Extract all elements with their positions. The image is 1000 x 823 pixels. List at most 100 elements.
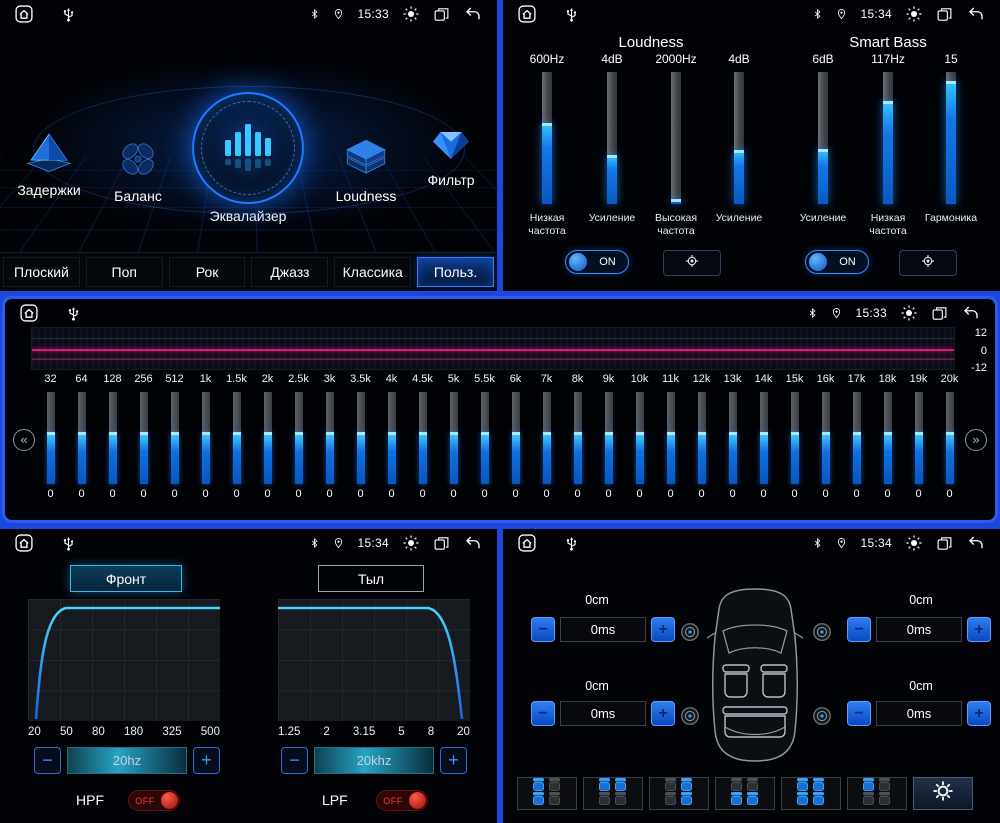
front-right-delay-value: 0ms [876, 617, 962, 642]
recent-apps-icon[interactable] [936, 535, 953, 552]
eq-band-slider[interactable]: 5k 0 [438, 373, 469, 500]
listening-position-rear-seats[interactable] [715, 777, 775, 810]
loudness-slider[interactable]: 6dB Усиление [791, 52, 855, 225]
menu-item-equalizer[interactable]: Эквалайзер [183, 92, 313, 224]
front-left-plus-button[interactable]: + [651, 617, 675, 642]
brightness-icon[interactable] [402, 5, 420, 23]
eq-band-slider[interactable]: 256 0 [128, 373, 159, 500]
band-track [821, 392, 830, 484]
smartbass-adjust-button[interactable] [899, 250, 957, 276]
scroll-left-chevron[interactable]: « [13, 429, 35, 451]
tab-front[interactable]: Фронт [70, 565, 182, 592]
loudness-slider[interactable]: 15 Гармоника [919, 52, 983, 225]
loudness-adjust-button[interactable] [663, 250, 721, 276]
eq-band-slider[interactable]: 18k 0 [872, 373, 903, 500]
rear-right-minus-button[interactable]: − [847, 701, 871, 726]
eq-band-slider[interactable]: 10k 0 [624, 373, 655, 500]
hpf-minus-button[interactable]: − [34, 747, 61, 774]
eq-band-slider[interactable]: 19k 0 [903, 373, 934, 500]
menu-item-filter[interactable]: Фильтр [410, 120, 492, 188]
eq-band-slider[interactable]: 4.5k 0 [407, 373, 438, 500]
smartbass-on-toggle[interactable]: ON [805, 250, 869, 274]
lpf-off-toggle[interactable]: OFF [376, 790, 428, 811]
hpf-plus-button[interactable]: + [193, 747, 220, 774]
brightness-icon[interactable] [905, 5, 923, 23]
eq-band-slider[interactable]: 20k 0 [934, 373, 965, 500]
eq-band-slider[interactable]: 5.5k 0 [469, 373, 500, 500]
eq-preset-bar: Плоский Поп Рок Джазз Классика Польз. [0, 252, 497, 291]
eq-band-slider[interactable]: 6k 0 [500, 373, 531, 500]
back-icon[interactable] [966, 534, 986, 552]
home-icon[interactable] [517, 533, 537, 553]
loudness-slider[interactable]: 4dB Усиление [707, 52, 771, 225]
brightness-icon[interactable] [402, 534, 420, 552]
preset-button[interactable]: Джазз [251, 257, 329, 287]
preset-button[interactable]: Польз. [417, 257, 494, 287]
eq-band-slider[interactable]: 8k 0 [562, 373, 593, 500]
preset-button[interactable]: Поп [85, 257, 163, 287]
front-right-plus-button[interactable]: + [967, 617, 991, 642]
listening-position-front-seats[interactable] [583, 777, 643, 810]
home-icon[interactable] [517, 4, 537, 24]
eq-band-slider[interactable]: 14k 0 [748, 373, 779, 500]
back-icon[interactable] [463, 534, 483, 552]
recent-apps-icon[interactable] [433, 6, 450, 23]
eq-band-slider[interactable]: 128 0 [97, 373, 128, 500]
back-icon[interactable] [463, 5, 483, 23]
eq-band-slider[interactable]: 1k 0 [190, 373, 221, 500]
menu-item-loudness[interactable]: Loudness [316, 134, 416, 204]
home-icon[interactable] [14, 4, 34, 24]
listening-position-right-seats[interactable] [649, 777, 709, 810]
listening-position-all-seats[interactable] [781, 777, 841, 810]
rear-left-minus-button[interactable]: − [531, 701, 555, 726]
preset-button[interactable]: Классика [334, 257, 412, 287]
recent-apps-icon[interactable] [931, 305, 948, 322]
eq-band-slider[interactable]: 11k 0 [655, 373, 686, 500]
tab-rear[interactable]: Тыл [318, 565, 424, 592]
hpf-off-toggle[interactable]: OFF [128, 790, 180, 811]
preset-button[interactable]: Плоский [3, 257, 80, 287]
loudness-slider[interactable]: 600Hz Низкая частота [515, 52, 579, 238]
eq-band-slider[interactable]: 512 0 [159, 373, 190, 500]
eq-band-slider[interactable]: 32 0 [35, 373, 66, 500]
eq-band-slider[interactable]: 2k 0 [252, 373, 283, 500]
eq-band-slider[interactable]: 16k 0 [810, 373, 841, 500]
eq-band-slider[interactable]: 15k 0 [779, 373, 810, 500]
back-icon[interactable] [961, 304, 981, 322]
home-icon[interactable] [14, 533, 34, 553]
front-right-minus-button[interactable]: − [847, 617, 871, 642]
menu-item-balance[interactable]: Баланс [94, 134, 182, 204]
listening-position-left-seats[interactable] [517, 777, 577, 810]
back-icon[interactable] [966, 5, 986, 23]
eq-band-slider[interactable]: 2.5k 0 [283, 373, 314, 500]
preset-button[interactable]: Рок [168, 257, 246, 287]
rear-left-plus-button[interactable]: + [651, 701, 675, 726]
loudness-slider[interactable]: 117Hz Низкая частота [856, 52, 920, 238]
recent-apps-icon[interactable] [936, 6, 953, 23]
eq-band-slider[interactable]: 12k 0 [686, 373, 717, 500]
lpf-plus-button[interactable]: + [440, 747, 467, 774]
home-icon[interactable] [19, 303, 39, 323]
brightness-icon[interactable] [905, 534, 923, 552]
brightness-icon[interactable] [900, 304, 918, 322]
front-left-minus-button[interactable]: − [531, 617, 555, 642]
delay-settings-button[interactable] [913, 777, 973, 810]
eq-band-slider[interactable]: 3.5k 0 [345, 373, 376, 500]
scroll-right-chevron[interactable]: » [965, 429, 987, 451]
eq-band-slider[interactable]: 4k 0 [376, 373, 407, 500]
eq-band-slider[interactable]: 17k 0 [841, 373, 872, 500]
loudness-slider[interactable]: 4dB Усиление [580, 52, 644, 225]
eq-band-slider[interactable]: 1.5k 0 [221, 373, 252, 500]
recent-apps-icon[interactable] [433, 535, 450, 552]
eq-band-slider[interactable]: 13k 0 [717, 373, 748, 500]
eq-band-slider[interactable]: 7k 0 [531, 373, 562, 500]
lpf-minus-button[interactable]: − [281, 747, 308, 774]
listening-position-driver-seat[interactable] [847, 777, 907, 810]
eq-band-slider[interactable]: 64 0 [66, 373, 97, 500]
rear-right-plus-button[interactable]: + [967, 701, 991, 726]
eq-band-slider[interactable]: 3k 0 [314, 373, 345, 500]
loudness-slider[interactable]: 2000Hz Высокая частота [644, 52, 708, 238]
eq-band-slider[interactable]: 9k 0 [593, 373, 624, 500]
menu-item-delays[interactable]: Задержки [6, 126, 92, 198]
loudness-on-toggle[interactable]: ON [565, 250, 629, 274]
